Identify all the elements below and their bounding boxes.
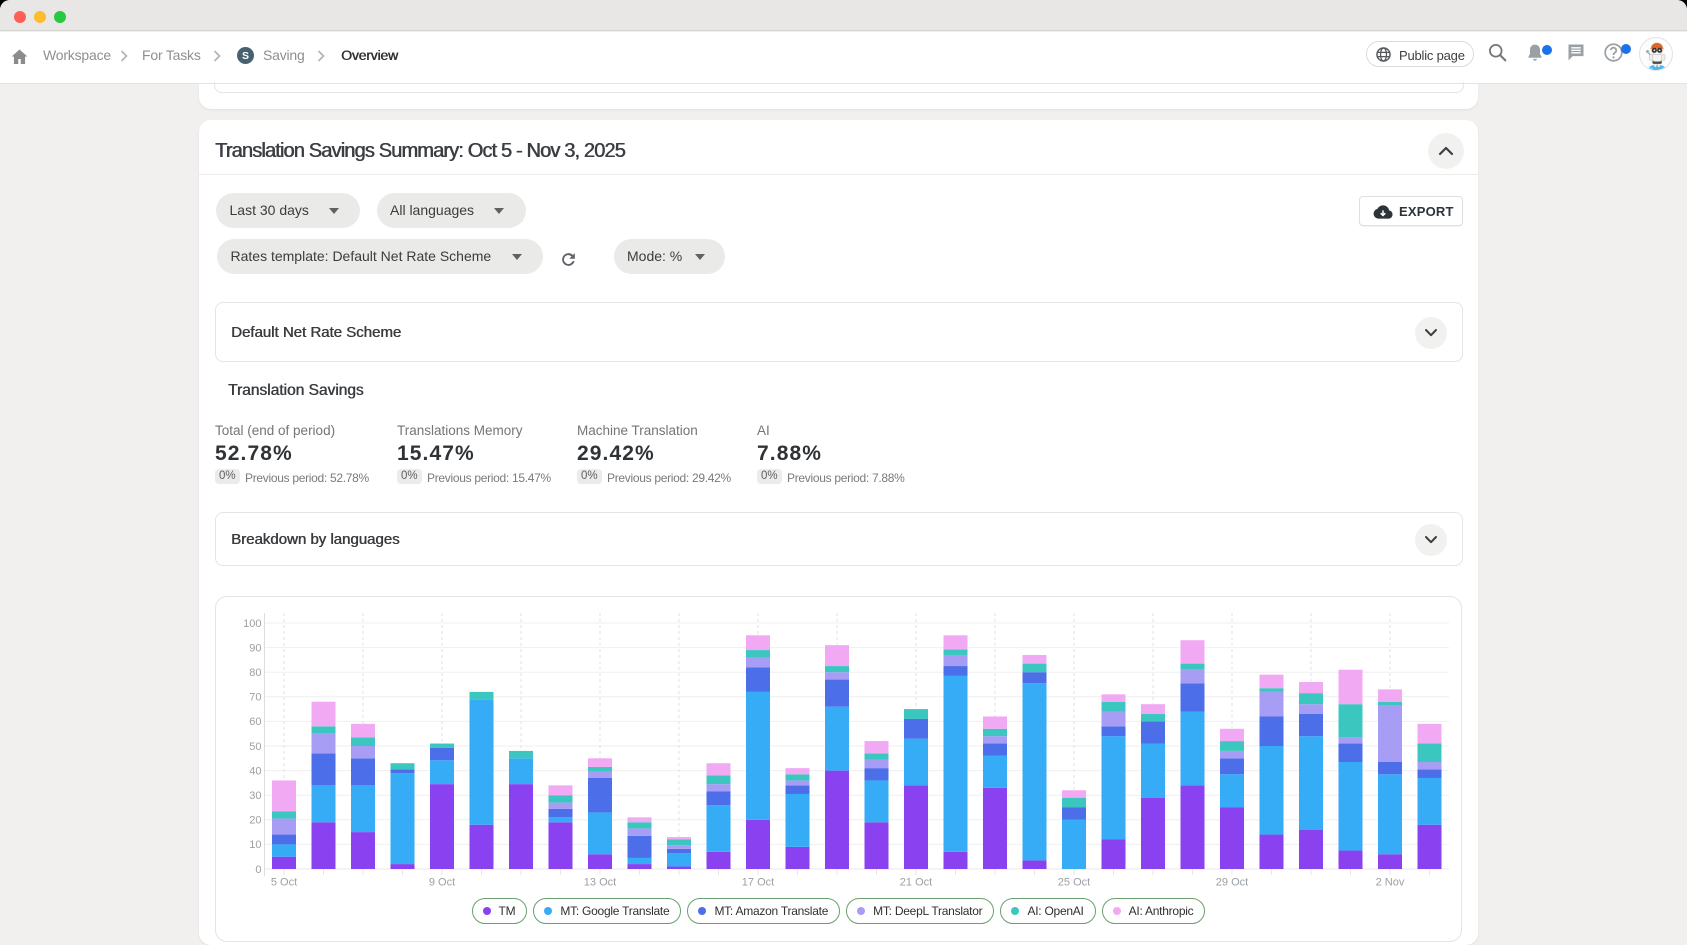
svg-text:60: 60 xyxy=(249,716,261,728)
svg-text:80: 80 xyxy=(249,667,261,679)
svg-text:5 Oct: 5 Oct xyxy=(271,877,297,889)
svg-text:21 Oct: 21 Oct xyxy=(900,877,932,889)
svg-text:90: 90 xyxy=(249,642,261,654)
svg-text:25 Oct: 25 Oct xyxy=(1058,877,1090,889)
svg-text:20: 20 xyxy=(249,815,261,827)
svg-text:0: 0 xyxy=(255,864,261,876)
svg-text:13 Oct: 13 Oct xyxy=(584,877,616,889)
svg-text:10: 10 xyxy=(249,839,261,851)
svg-text:50: 50 xyxy=(249,741,261,753)
svg-text:30: 30 xyxy=(249,790,261,802)
svg-text:9 Oct: 9 Oct xyxy=(429,877,455,889)
svg-text:70: 70 xyxy=(249,692,261,704)
svg-text:17 Oct: 17 Oct xyxy=(742,877,774,889)
svg-text:29 Oct: 29 Oct xyxy=(1216,877,1248,889)
svg-text:100: 100 xyxy=(243,618,261,630)
svg-text:40: 40 xyxy=(249,765,261,777)
svg-text:2 Nov: 2 Nov xyxy=(1376,877,1405,889)
